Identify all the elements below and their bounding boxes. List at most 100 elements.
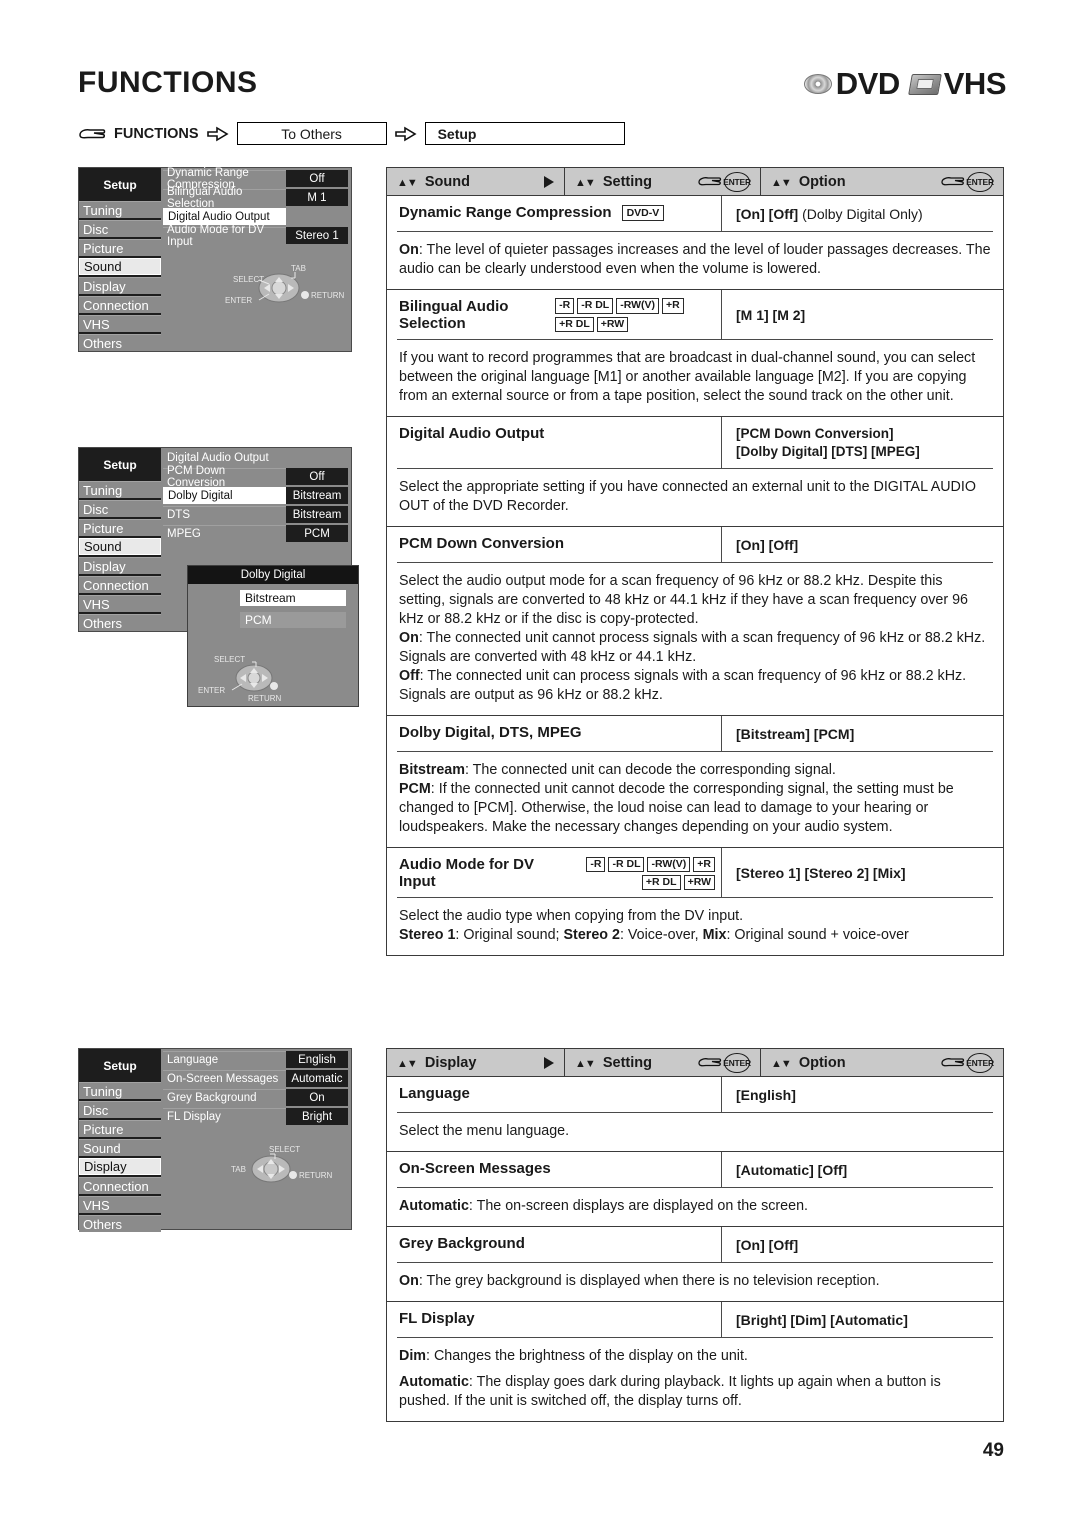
spec-item-title-block: PCM Down Conversion bbox=[397, 527, 721, 559]
sidebar-item-others[interactable]: Others bbox=[79, 334, 161, 351]
sidebar-item-display[interactable]: Display bbox=[79, 277, 161, 294]
osd-row-drc[interactable]: Dynamic Range Compression Off bbox=[163, 167, 348, 191]
sidebar-item-picture[interactable]: Picture bbox=[79, 239, 161, 256]
osd-row-language[interactable]: Language English bbox=[163, 1051, 348, 1068]
popup-option-pcm[interactable]: PCM bbox=[240, 612, 346, 628]
sidebar-item-connection[interactable]: Connection bbox=[79, 576, 161, 593]
osd-row-label: Grey Background bbox=[163, 1089, 286, 1106]
updown-arrows-icon: ▲▼ bbox=[771, 176, 792, 189]
disc-format-badges: -R -R DL -RW(V) +R +R DL +RW bbox=[565, 856, 715, 890]
osd-row-label: Bilingual Audio Selection bbox=[163, 186, 286, 210]
osd-row-label: PCM Down Conversion bbox=[163, 465, 286, 489]
body-text-dim: : Changes the brightness of the display … bbox=[426, 1348, 748, 1364]
breadcrumb: FUNCTIONS To Others Setup bbox=[78, 122, 625, 145]
arrow-right-icon-2 bbox=[394, 126, 417, 142]
sidebar-item-connection[interactable]: Connection bbox=[79, 296, 161, 313]
sidebar-item-others[interactable]: Others bbox=[79, 614, 161, 631]
header-col-option-label: Option bbox=[798, 1054, 846, 1071]
spec-body: Bitstream: The connected unit can decode… bbox=[387, 752, 1003, 849]
vhs-tape-icon bbox=[907, 73, 942, 95]
sidebar-item-connection[interactable]: Connection bbox=[79, 1177, 161, 1194]
updown-arrows-icon: ▲▼ bbox=[397, 176, 418, 189]
breadcrumb-step-to-others[interactable]: To Others bbox=[236, 122, 387, 145]
body-text: Select the appropriate setting if you ha… bbox=[399, 479, 976, 515]
spec-item-title-block: Dolby Digital, DTS, MPEG bbox=[397, 716, 721, 748]
osd-sound-navpad: SELECT TAB ENTER RETURN bbox=[219, 260, 349, 310]
svg-text:SELECT: SELECT bbox=[214, 655, 245, 664]
spec-body: Select the appropriate setting if you ha… bbox=[387, 469, 1003, 528]
spec-item-title-block: FL Display bbox=[397, 1302, 721, 1334]
sidebar-item-display[interactable]: Display bbox=[79, 557, 161, 574]
body-lead-on: On bbox=[399, 630, 419, 647]
osd-row-fl-display[interactable]: FL Display Bright bbox=[163, 1108, 348, 1125]
sidebar-item-tuning[interactable]: Tuning bbox=[79, 201, 161, 218]
sidebar-item-disc[interactable]: Disc bbox=[79, 500, 161, 517]
body-text: Select the menu language. bbox=[399, 1123, 570, 1139]
sidebar-item-display[interactable]: Display bbox=[79, 1158, 161, 1175]
osd-row-label: Audio Mode for DV Input bbox=[163, 224, 286, 248]
sidebar-item-sound[interactable]: Sound bbox=[79, 538, 161, 555]
osd-row-dolby-digital[interactable]: Dolby Digital Bitstream bbox=[163, 487, 348, 504]
osd-row-grey-background[interactable]: Grey Background On bbox=[163, 1089, 348, 1106]
spec-item-row: FL Display [Bright] [Dim] [Automatic] bbox=[397, 1302, 993, 1338]
sidebar-item-disc[interactable]: Disc bbox=[79, 1101, 161, 1118]
osd-row-pcm-down-conversion[interactable]: PCM Down Conversion Off bbox=[163, 465, 348, 489]
spec-item-title: Bilingual Audio Selection bbox=[399, 298, 509, 332]
sidebar-item-disc[interactable]: Disc bbox=[79, 220, 161, 237]
osd-dao-panel-title: Digital Audio Output bbox=[163, 450, 348, 466]
option-light: (Dolby Digital Only) bbox=[802, 206, 923, 222]
osd-dao-setup-title: Setup bbox=[79, 448, 161, 481]
osd-row-dts[interactable]: DTS Bitstream bbox=[163, 506, 348, 523]
sidebar-item-picture[interactable]: Picture bbox=[79, 1120, 161, 1137]
sidebar-item-vhs[interactable]: VHS bbox=[79, 595, 161, 612]
body-text: Select the audio output mode for a scan … bbox=[399, 573, 969, 628]
option-strong: [On] [Off] bbox=[736, 206, 803, 222]
body-text: If you want to record programmes that ar… bbox=[399, 350, 976, 404]
option-strong: [Bitstream] [PCM] bbox=[736, 726, 855, 743]
sidebar-item-picture[interactable]: Picture bbox=[79, 519, 161, 536]
sidebar-item-vhs[interactable]: VHS bbox=[79, 315, 161, 332]
disc-badge-r: -R bbox=[555, 298, 575, 314]
header-col-setting-label: Setting bbox=[602, 1054, 652, 1071]
spec-item-title-block: Language bbox=[397, 1077, 721, 1109]
osd-row-value: Off bbox=[286, 170, 348, 187]
disc-badge-plus-rw: +RW bbox=[683, 874, 715, 890]
disc-badge-plus-r: +R bbox=[693, 856, 715, 872]
sidebar-item-vhs[interactable]: VHS bbox=[79, 1196, 161, 1213]
sidebar-item-sound[interactable]: Sound bbox=[79, 258, 161, 275]
page-number: 49 bbox=[982, 1440, 1004, 1461]
osd-row-mpeg[interactable]: MPEG PCM bbox=[163, 525, 348, 542]
osd-row-value: English bbox=[286, 1051, 348, 1068]
popup-option-bitstream[interactable]: Bitstream bbox=[240, 590, 346, 606]
header-col-setting: ▲▼ Setting ENTER bbox=[565, 1049, 761, 1076]
osd-row-label: Digital Audio Output bbox=[163, 208, 286, 225]
breadcrumb-step-setup[interactable]: Setup bbox=[424, 122, 625, 145]
osd-row-on-screen-messages[interactable]: On-Screen Messages Automatic bbox=[163, 1070, 348, 1087]
spec-item-options: [English] bbox=[721, 1077, 993, 1112]
updown-arrows-icon: ▲▼ bbox=[575, 1057, 596, 1070]
svg-text:RETURN: RETURN bbox=[311, 291, 345, 300]
spec-item-options: [On] [Off] bbox=[721, 527, 993, 563]
body-lead-dim: Dim bbox=[399, 1348, 427, 1364]
spec-item-title-block: On-Screen Messages bbox=[397, 1152, 721, 1184]
sidebar-item-tuning[interactable]: Tuning bbox=[79, 481, 161, 498]
osd-display-menu: Setup Tuning Disc Picture Sound Display … bbox=[78, 1048, 352, 1232]
spec-item-row: Bilingual Audio Selection -R -R DL -RW(V… bbox=[397, 290, 993, 340]
body-lead: Automatic bbox=[399, 1198, 469, 1214]
dvd-logo: DVD bbox=[803, 66, 900, 102]
enter-label: ENTER bbox=[723, 1052, 751, 1073]
sidebar-item-tuning[interactable]: Tuning bbox=[79, 1082, 161, 1099]
header-col-display: ▲▼ Display bbox=[387, 1049, 565, 1076]
osd-row-label: Language bbox=[163, 1051, 286, 1068]
osd-row-value: PCM bbox=[286, 525, 348, 542]
sidebar-item-others[interactable]: Others bbox=[79, 1215, 161, 1232]
svg-text:SELECT: SELECT bbox=[233, 275, 264, 284]
osd-row-audio-mode-dv[interactable]: Audio Mode for DV Input Stereo 1 bbox=[163, 224, 348, 248]
disc-badge-rw-v: -RW(V) bbox=[616, 298, 659, 314]
osd-row-bilingual[interactable]: Bilingual Audio Selection M 1 bbox=[163, 186, 348, 210]
updown-arrows-icon: ▲▼ bbox=[397, 1057, 418, 1070]
osd-row-digital-audio-output[interactable]: Digital Audio Output bbox=[163, 208, 348, 225]
spec-item-title-block: Digital Audio Output bbox=[397, 417, 721, 449]
sidebar-item-sound[interactable]: Sound bbox=[79, 1139, 161, 1156]
disc-badge-rw-v: -RW(V) bbox=[647, 856, 691, 872]
